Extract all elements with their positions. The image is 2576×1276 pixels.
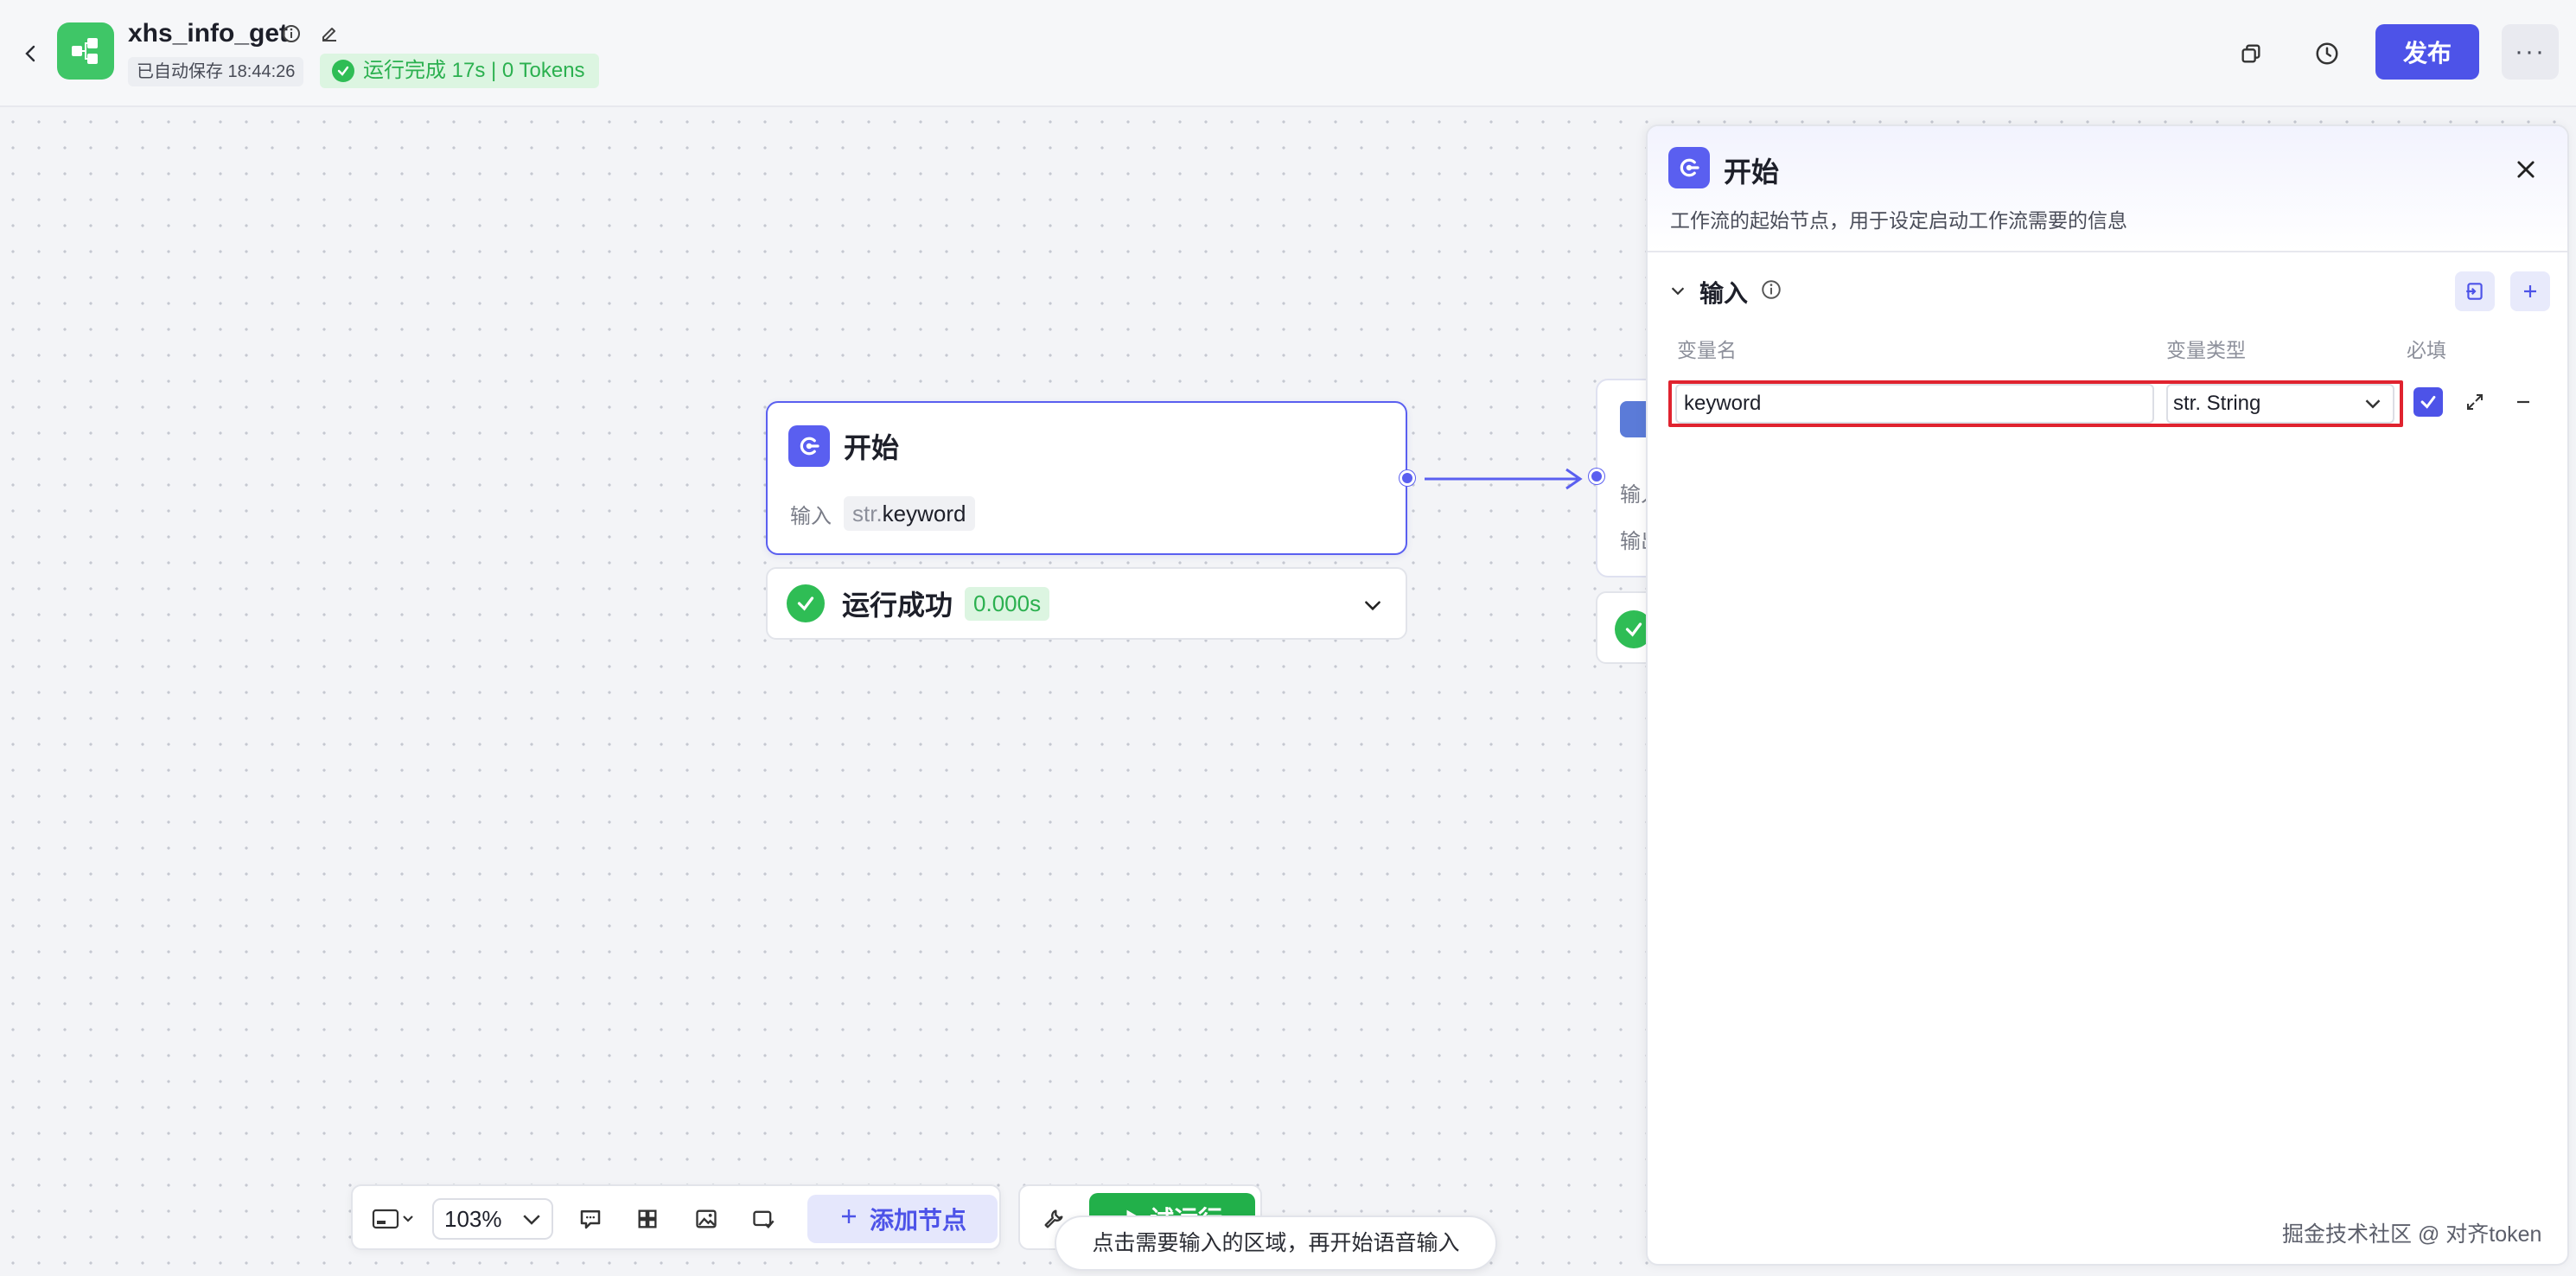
start-node-output-port[interactable] [1400,470,1415,486]
run-result-time: 0.000s [965,586,1050,621]
start-node-icon [1668,147,1710,188]
chevron-down-icon [2360,389,2386,431]
add-node-button[interactable]: 添加节点 [807,1195,998,1243]
variable-name: keyword [882,501,966,526]
history-icon[interactable] [2305,31,2350,76]
info-icon[interactable] [278,21,304,47]
expand-icon[interactable] [2458,386,2491,418]
import-icon[interactable] [2455,271,2495,311]
start-node[interactable]: 开始 输入 str.keyword [766,401,1415,555]
column-header-name: 变量名 [1677,339,1737,361]
success-check-icon [332,60,354,82]
remove-variable-icon[interactable] [2507,386,2540,418]
screenshot-icon[interactable] [742,1198,785,1240]
start-node-icon [788,425,830,467]
info-icon[interactable] [1760,278,1782,307]
top-bar: xhs_info_get 已自动保存 18:44:26 运行完成 17s | 0… [0,0,2576,107]
input-section-title: 输入 [1699,280,1749,307]
chevron-down-icon[interactable] [1668,278,1687,306]
variable-type: str. [852,501,883,526]
panel-description: 工作流的起始节点，用于设定启动工作流需要的信息 [1670,209,2127,232]
minimap-toggle-icon[interactable] [365,1198,422,1240]
panel-header: 开始 工作流的起始节点，用于设定启动工作流需要的信息 [1648,126,2567,252]
workflow-logo-icon [57,22,114,80]
close-icon[interactable] [2509,152,2543,187]
column-header-type: 变量类型 [2166,339,2246,361]
watermark: 掘金技术社区 @ 对齐token [2282,1222,2542,1247]
layout-grid-icon[interactable] [626,1198,669,1240]
panel-title: 开始 [1724,156,1780,188]
add-node-label: 添加节点 [869,1207,966,1234]
add-variable-button[interactable] [2510,271,2550,311]
run-status-text: 运行完成 17s | 0 Tokens [363,59,585,82]
start-node-variable-tag: str.keyword [844,496,975,531]
start-node-run-result[interactable]: 运行成功 0.000s [766,567,1407,640]
next-node-input-port[interactable] [1589,469,1604,484]
run-result-label: 运行成功 [842,590,953,621]
app-title: xhs_info_get [128,19,289,48]
voice-input-tip: 点击需要输入的区域，再开始语音输入 [1055,1215,1497,1271]
canvas-toolbar: 103% 添加节点 [351,1184,1001,1250]
copy-icon[interactable] [2228,31,2273,76]
required-checkbox[interactable] [2413,387,2443,417]
column-header-required: 必填 [2407,339,2446,361]
zoom-value: 103% [444,1206,502,1232]
back-arrow-icon[interactable] [12,35,50,73]
chevron-down-icon[interactable] [1355,588,1390,622]
input-section-header[interactable]: 输入 [1668,275,1782,309]
start-node-title: 开始 [844,432,900,463]
success-check-icon [787,584,825,622]
chevron-down-icon [519,1203,545,1246]
comment-icon[interactable] [569,1198,612,1240]
autosave-status: 已自动保存 18:44:26 [128,57,304,86]
publish-button[interactable]: 发布 [2375,24,2479,80]
start-node-input-label: 输入 [790,504,832,528]
variable-type-select[interactable]: str. String [2166,384,2394,424]
variable-name-input[interactable] [1675,384,2154,424]
node-config-panel: 开始 工作流的起始节点，用于设定启动工作流需要的信息 输入 变量名 变量类型 必… [1646,124,2569,1266]
zoom-select[interactable]: 103% [432,1198,553,1240]
more-menu-button[interactable]: ··· [2502,24,2559,80]
image-icon[interactable] [685,1198,728,1240]
run-status-badge: 运行完成 17s | 0 Tokens [320,54,599,88]
variable-type-value: str. String [2173,392,2261,415]
edit-icon[interactable] [316,21,342,47]
plus-icon [838,1205,859,1233]
